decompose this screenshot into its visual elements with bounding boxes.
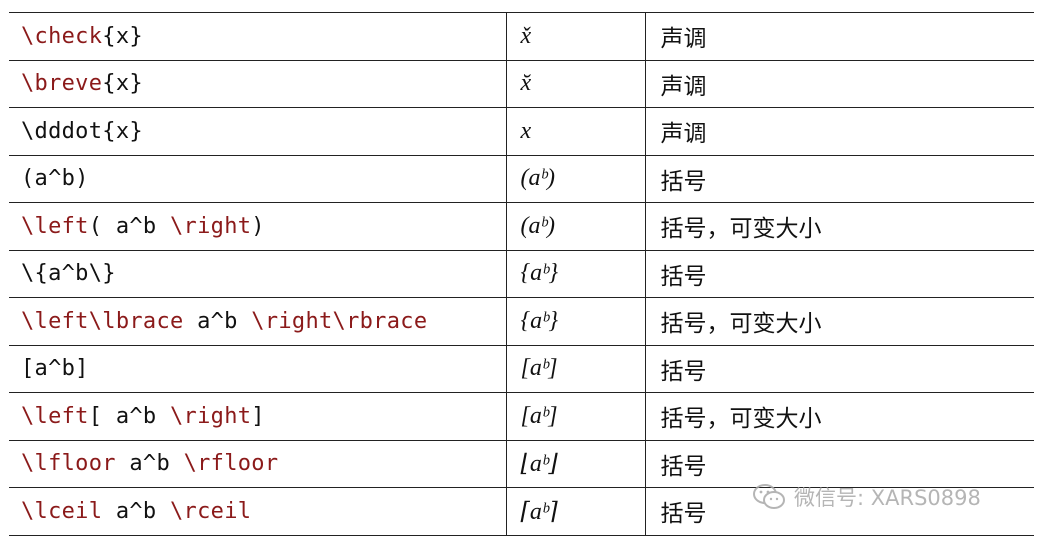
description: 声调 bbox=[660, 121, 707, 148]
command-text: ) bbox=[251, 213, 265, 239]
command-keyword: \left bbox=[21, 213, 89, 239]
rendered-output-cell: ⌈aᵇ⌉ bbox=[505, 487, 645, 536]
wechat-icon bbox=[752, 483, 786, 511]
latex-command-cell: \left( a^b \right) bbox=[9, 202, 506, 250]
latex-command-cell: \lceil a^b \rceil bbox=[9, 487, 506, 536]
command-keyword: \rfloor bbox=[183, 451, 279, 477]
latex-command-cell: (a^b) bbox=[9, 154, 506, 203]
rendered-output-cell: x̆ bbox=[505, 59, 645, 108]
latex-command-cell: \check{x} bbox=[9, 12, 506, 60]
description: 括号 bbox=[660, 168, 707, 195]
rendered-output: x̌ bbox=[520, 22, 532, 49]
command-keyword: \right\rbrace bbox=[251, 308, 428, 334]
command-text: {x} bbox=[102, 71, 143, 97]
rendered-output: {aᵇ} bbox=[520, 260, 559, 287]
rendered-output: [aᵇ] bbox=[520, 402, 558, 429]
description-cell: 声调 bbox=[644, 107, 1034, 155]
command-text: ( a^b bbox=[88, 213, 171, 239]
command-text: a^b bbox=[115, 451, 184, 477]
latex-command-cell: \{a^b\} bbox=[9, 249, 506, 298]
rendered-output: ⌈aᵇ⌉ bbox=[520, 498, 558, 525]
rendered-output-cell: [aᵇ] bbox=[505, 392, 645, 440]
table-row: \check{x} x̌ 声调 bbox=[9, 12, 1034, 60]
table-row: (a^b) (aᵇ) 括号 bbox=[9, 154, 1034, 203]
rendered-output: (aᵇ) bbox=[520, 165, 555, 192]
rendered-output-cell: ⌊aᵇ⌋ bbox=[505, 439, 645, 488]
table-row: [a^b] [aᵇ] 括号 bbox=[9, 344, 1034, 393]
description: 括号 bbox=[660, 358, 707, 385]
description-cell: 括号 bbox=[644, 344, 1034, 393]
command-text: {x} bbox=[102, 23, 143, 49]
rendered-output-cell: (aᵇ) bbox=[505, 202, 645, 250]
command-text: [a^b] bbox=[21, 356, 89, 382]
description: 括号，可变大小 bbox=[660, 216, 822, 243]
description-cell: 声调 bbox=[644, 12, 1034, 60]
description: 括号，可变大小 bbox=[660, 406, 822, 433]
rendered-output-cell: (aᵇ) bbox=[505, 154, 645, 203]
rendered-output: ⌊aᵇ⌋ bbox=[520, 451, 558, 478]
command-keyword: \lceil bbox=[21, 498, 103, 524]
description: 括号 bbox=[660, 501, 707, 528]
command-keyword: \right bbox=[170, 213, 252, 239]
rendered-output-cell: x⃛ bbox=[505, 107, 645, 155]
rendered-output: x̆ bbox=[520, 70, 532, 97]
rendered-output-cell: {aᵇ} bbox=[505, 249, 645, 298]
command-text: (a^b) bbox=[21, 166, 89, 192]
latex-command-cell: \breve{x} bbox=[9, 59, 506, 108]
table-row: \left[ a^b \right] [aᵇ] 括号，可变大小 bbox=[9, 392, 1034, 440]
command-text: \{a^b\} bbox=[21, 261, 116, 287]
latex-symbol-table: \check{x} x̌ 声调 \breve{x} x̆ 声调 \dddot{x} x⃛ 声调(… bbox=[9, 12, 1034, 536]
description-cell: 括号，可变大小 bbox=[644, 392, 1034, 440]
rendered-output: [aᵇ] bbox=[520, 355, 558, 382]
table-row: \left\lbrace a^b \right\rbrace {aᵇ} 括号，可变大… bbox=[9, 297, 1034, 345]
command-keyword: \left\lbrace bbox=[21, 308, 184, 334]
table-row: \left( a^b \right) (aᵇ) 括号，可变大小 bbox=[9, 202, 1034, 250]
command-keyword: \rceil bbox=[170, 498, 252, 524]
table-body: \check{x} x̌ 声调 \breve{x} x̆ 声调 \dddot{x} x⃛ 声调(… bbox=[9, 12, 1034, 536]
description: 括号 bbox=[660, 263, 707, 290]
command-text: a^b bbox=[183, 308, 252, 334]
command-text: a^b bbox=[102, 498, 171, 524]
description-cell: 括号，可变大小 bbox=[644, 297, 1034, 345]
watermark-text: 微信号: XARS0898 bbox=[794, 486, 981, 510]
description-cell: 括号 bbox=[644, 154, 1034, 203]
rendered-output-cell: x̌ bbox=[505, 12, 645, 60]
latex-command-cell: [a^b] bbox=[9, 344, 506, 393]
latex-command-cell: \left[ a^b \right] bbox=[9, 392, 506, 440]
watermark: 微信号: XARS0898 bbox=[752, 480, 1022, 514]
rendered-output: {aᵇ} bbox=[520, 307, 559, 334]
command-text: [ a^b bbox=[88, 403, 171, 429]
command-text: ] bbox=[251, 403, 265, 429]
description-cell: 声调 bbox=[644, 59, 1034, 108]
command-keyword: \breve bbox=[21, 71, 103, 97]
description-cell: 括号，可变大小 bbox=[644, 202, 1034, 250]
command-keyword: \right bbox=[170, 403, 252, 429]
description: 声调 bbox=[660, 26, 707, 53]
description: 括号 bbox=[660, 453, 707, 480]
rendered-output: x⃛ bbox=[520, 117, 550, 144]
latex-command-cell: \lfloor a^b \rfloor bbox=[9, 439, 506, 488]
description: 声调 bbox=[660, 73, 707, 100]
command-keyword: \lfloor bbox=[21, 451, 116, 477]
table-row: \{a^b\} {aᵇ} 括号 bbox=[9, 249, 1034, 298]
latex-command-cell: \left\lbrace a^b \right\rbrace bbox=[9, 297, 506, 345]
command-text: \dddot{x} bbox=[21, 118, 143, 144]
description-cell: 括号 bbox=[644, 249, 1034, 298]
description: 括号，可变大小 bbox=[660, 311, 822, 338]
table-row: \dddot{x} x⃛ 声调 bbox=[9, 107, 1034, 155]
rendered-output-cell: [aᵇ] bbox=[505, 344, 645, 393]
rendered-output: (aᵇ) bbox=[520, 212, 555, 239]
rendered-output-cell: {aᵇ} bbox=[505, 297, 645, 345]
latex-command-cell: \dddot{x} bbox=[9, 107, 506, 155]
table-row: \breve{x} x̆ 声调 bbox=[9, 59, 1034, 108]
command-keyword: \check bbox=[21, 23, 103, 49]
command-keyword: \left bbox=[21, 403, 89, 429]
